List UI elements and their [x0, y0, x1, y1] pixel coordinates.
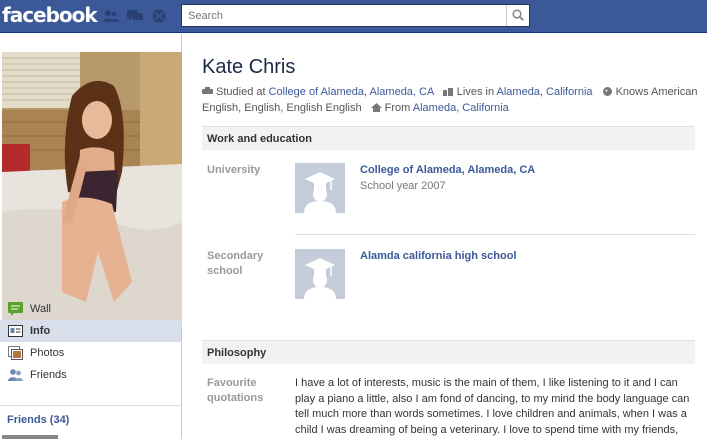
- divider: [295, 234, 695, 235]
- lives-prefix: Lives in: [456, 86, 495, 98]
- graduation-cap-icon: [295, 249, 345, 299]
- nav-label-info: Info: [30, 325, 51, 337]
- main-content: Kate Chris Studied at College of Alameda…: [183, 34, 707, 439]
- photos-icon: [8, 346, 23, 360]
- nav-label-wall: Wall: [30, 303, 51, 315]
- philosophy-heading: Philosophy: [202, 340, 695, 364]
- nav-label-photos: Photos: [30, 347, 65, 359]
- graduation-cap-icon: [295, 163, 345, 213]
- friend-thumbnail[interactable]: [2, 435, 58, 439]
- divider: [0, 405, 181, 406]
- globe-icon: [602, 85, 613, 96]
- university-school-year: School year 2007: [360, 180, 446, 192]
- profile-name: Kate Chris: [202, 56, 296, 78]
- nav-wall[interactable]: Wall: [0, 298, 181, 320]
- nav-friends[interactable]: Friends: [0, 364, 181, 386]
- secondary-school-label: Secondary school: [207, 250, 264, 277]
- profile-summary: Studied at College of Alameda, Alameda, …: [202, 84, 702, 116]
- secondary-school-picture[interactable]: [295, 249, 345, 299]
- left-column: Wall Info Photos Friends Friends (34): [0, 34, 182, 439]
- education-icon: [202, 85, 213, 94]
- university-label: University: [207, 164, 261, 176]
- work-education-heading: Work and education: [202, 126, 695, 150]
- info-icon: [8, 324, 23, 338]
- university-name-link[interactable]: College of Alameda, Alameda, CA: [360, 164, 535, 176]
- favourite-quotations-text: I have a lot of interests, music is the …: [295, 377, 690, 436]
- search-input[interactable]: [182, 5, 506, 26]
- friends-count-link[interactable]: Friends (34): [7, 414, 69, 426]
- search-button[interactable]: [506, 5, 529, 26]
- search-icon: [512, 9, 524, 21]
- nav-photos[interactable]: Photos: [0, 342, 181, 364]
- wall-icon: [8, 302, 23, 316]
- profile-nav: Wall Info Photos Friends: [0, 298, 181, 386]
- nav-info[interactable]: Info: [0, 320, 181, 342]
- home-icon: [442, 85, 454, 96]
- profile-picture[interactable]: [2, 52, 182, 324]
- from-prefix: From: [384, 102, 411, 114]
- messages-icon[interactable]: [127, 9, 143, 23]
- search-box: [181, 4, 530, 27]
- friends-icon: [8, 368, 23, 382]
- studied-link[interactable]: College of Alameda, Alameda, CA: [269, 86, 434, 98]
- friend-requests-icon[interactable]: [103, 9, 119, 23]
- lives-link[interactable]: Alameda, California: [497, 86, 593, 98]
- facebook-logo[interactable]: facebook: [2, 3, 98, 27]
- secondary-school-name-link[interactable]: Alamda california high school: [360, 250, 516, 262]
- notifications-icon[interactable]: [151, 9, 167, 23]
- nav-label-friends: Friends: [30, 369, 67, 381]
- studied-prefix: Studied at: [216, 86, 266, 98]
- favourite-quotations-label: Favourite quotations: [207, 377, 264, 404]
- hometown-icon: [370, 101, 382, 112]
- university-picture[interactable]: [295, 163, 345, 213]
- top-bar: facebook: [0, 0, 707, 33]
- from-link[interactable]: Alameda, California: [413, 102, 509, 114]
